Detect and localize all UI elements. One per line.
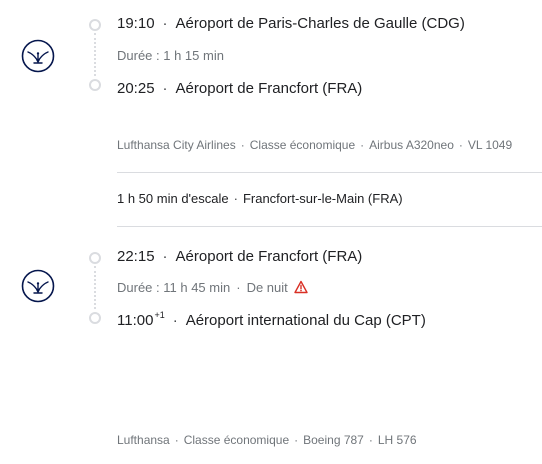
separator-dot: · — [172, 312, 178, 329]
arrival-row-2: 11:00+1 · Aéroport international du Cap (C… — [117, 311, 426, 331]
separator-dot: · — [294, 433, 299, 447]
departure-time: 22:15 — [117, 248, 155, 265]
arrival-airport: Aéroport international du Cap (CPT) — [185, 312, 426, 329]
arrival-time: 20:25 — [117, 80, 155, 97]
timeline-connector-1 — [94, 33, 96, 76]
lufthansa-logo-icon — [21, 269, 55, 303]
divider-top — [117, 172, 542, 173]
divider-bottom — [117, 226, 542, 227]
airline-name: Lufthansa City Airlines — [117, 138, 236, 152]
warning-triangle-icon — [294, 280, 308, 294]
departure-airport: Aéroport de Paris-Charles de Gaulle (CDG… — [175, 15, 465, 32]
duration-text: Durée : 11 h 45 min — [117, 280, 231, 295]
separator-dot: · — [458, 138, 463, 152]
flight-number: LH 576 — [377, 433, 417, 447]
arrival-time: 11:00 — [117, 312, 154, 329]
arrival-marker-2 — [89, 312, 101, 324]
departure-marker-2 — [89, 252, 101, 264]
arrival-row-1: 20:25 · Aéroport de Francfort (FRA) — [117, 79, 362, 99]
layover-info: 1 h 50 min d'escale · Francfort-sur-le-Mai… — [117, 190, 403, 208]
flight-details-2: Lufthansa · Classe économique · Boeing 787 · L… — [117, 432, 417, 448]
cabin-class: Classe économique — [249, 138, 356, 152]
departure-row-1: 19:10 · Aéroport de Paris-Charles de Gaull… — [117, 14, 465, 34]
airline-name: Lufthansa — [117, 433, 170, 447]
duration-text: Durée : 1 h 15 min — [117, 48, 224, 63]
arrival-airport: Aéroport de Francfort (FRA) — [175, 80, 363, 97]
cabin-class: Classe économique — [183, 433, 290, 447]
lufthansa-logo-icon — [21, 39, 55, 73]
flight-details-1: Lufthansa City Airlines · Classe économiqu… — [117, 137, 512, 153]
separator-dot: · — [368, 433, 373, 447]
separator-dot: · — [162, 248, 168, 265]
separator-dot: · — [162, 15, 168, 32]
separator-dot: · — [360, 138, 365, 152]
flight-number: VL 1049 — [467, 138, 513, 152]
timeline-connector-2 — [94, 266, 96, 309]
separator-dot: · — [162, 80, 168, 97]
segment-duration-2: Durée : 11 h 45 min · De nuit — [117, 279, 308, 297]
overnight-label: De nuit — [246, 280, 288, 295]
segment-duration-1: Durée : 1 h 15 min — [117, 47, 224, 65]
departure-airport: Aéroport de Francfort (FRA) — [175, 248, 363, 265]
arrival-marker-1 — [89, 79, 101, 91]
separator-dot: · — [174, 433, 179, 447]
departure-time: 19:10 — [117, 15, 155, 32]
separator-dot: · — [240, 138, 245, 152]
aircraft-type: Airbus A320neo — [369, 138, 454, 152]
separator-dot: · — [233, 191, 238, 206]
aircraft-type: Boeing 787 — [303, 433, 364, 447]
departure-row-2: 22:15 · Aéroport de Francfort (FRA) — [117, 247, 362, 267]
day-offset: +1 — [154, 310, 165, 320]
separator-dot: · — [236, 280, 241, 295]
layover-duration: 1 h 50 min d'escale — [117, 191, 229, 206]
departure-marker-1 — [89, 19, 101, 31]
layover-location: Francfort-sur-le-Main (FRA) — [242, 191, 403, 206]
